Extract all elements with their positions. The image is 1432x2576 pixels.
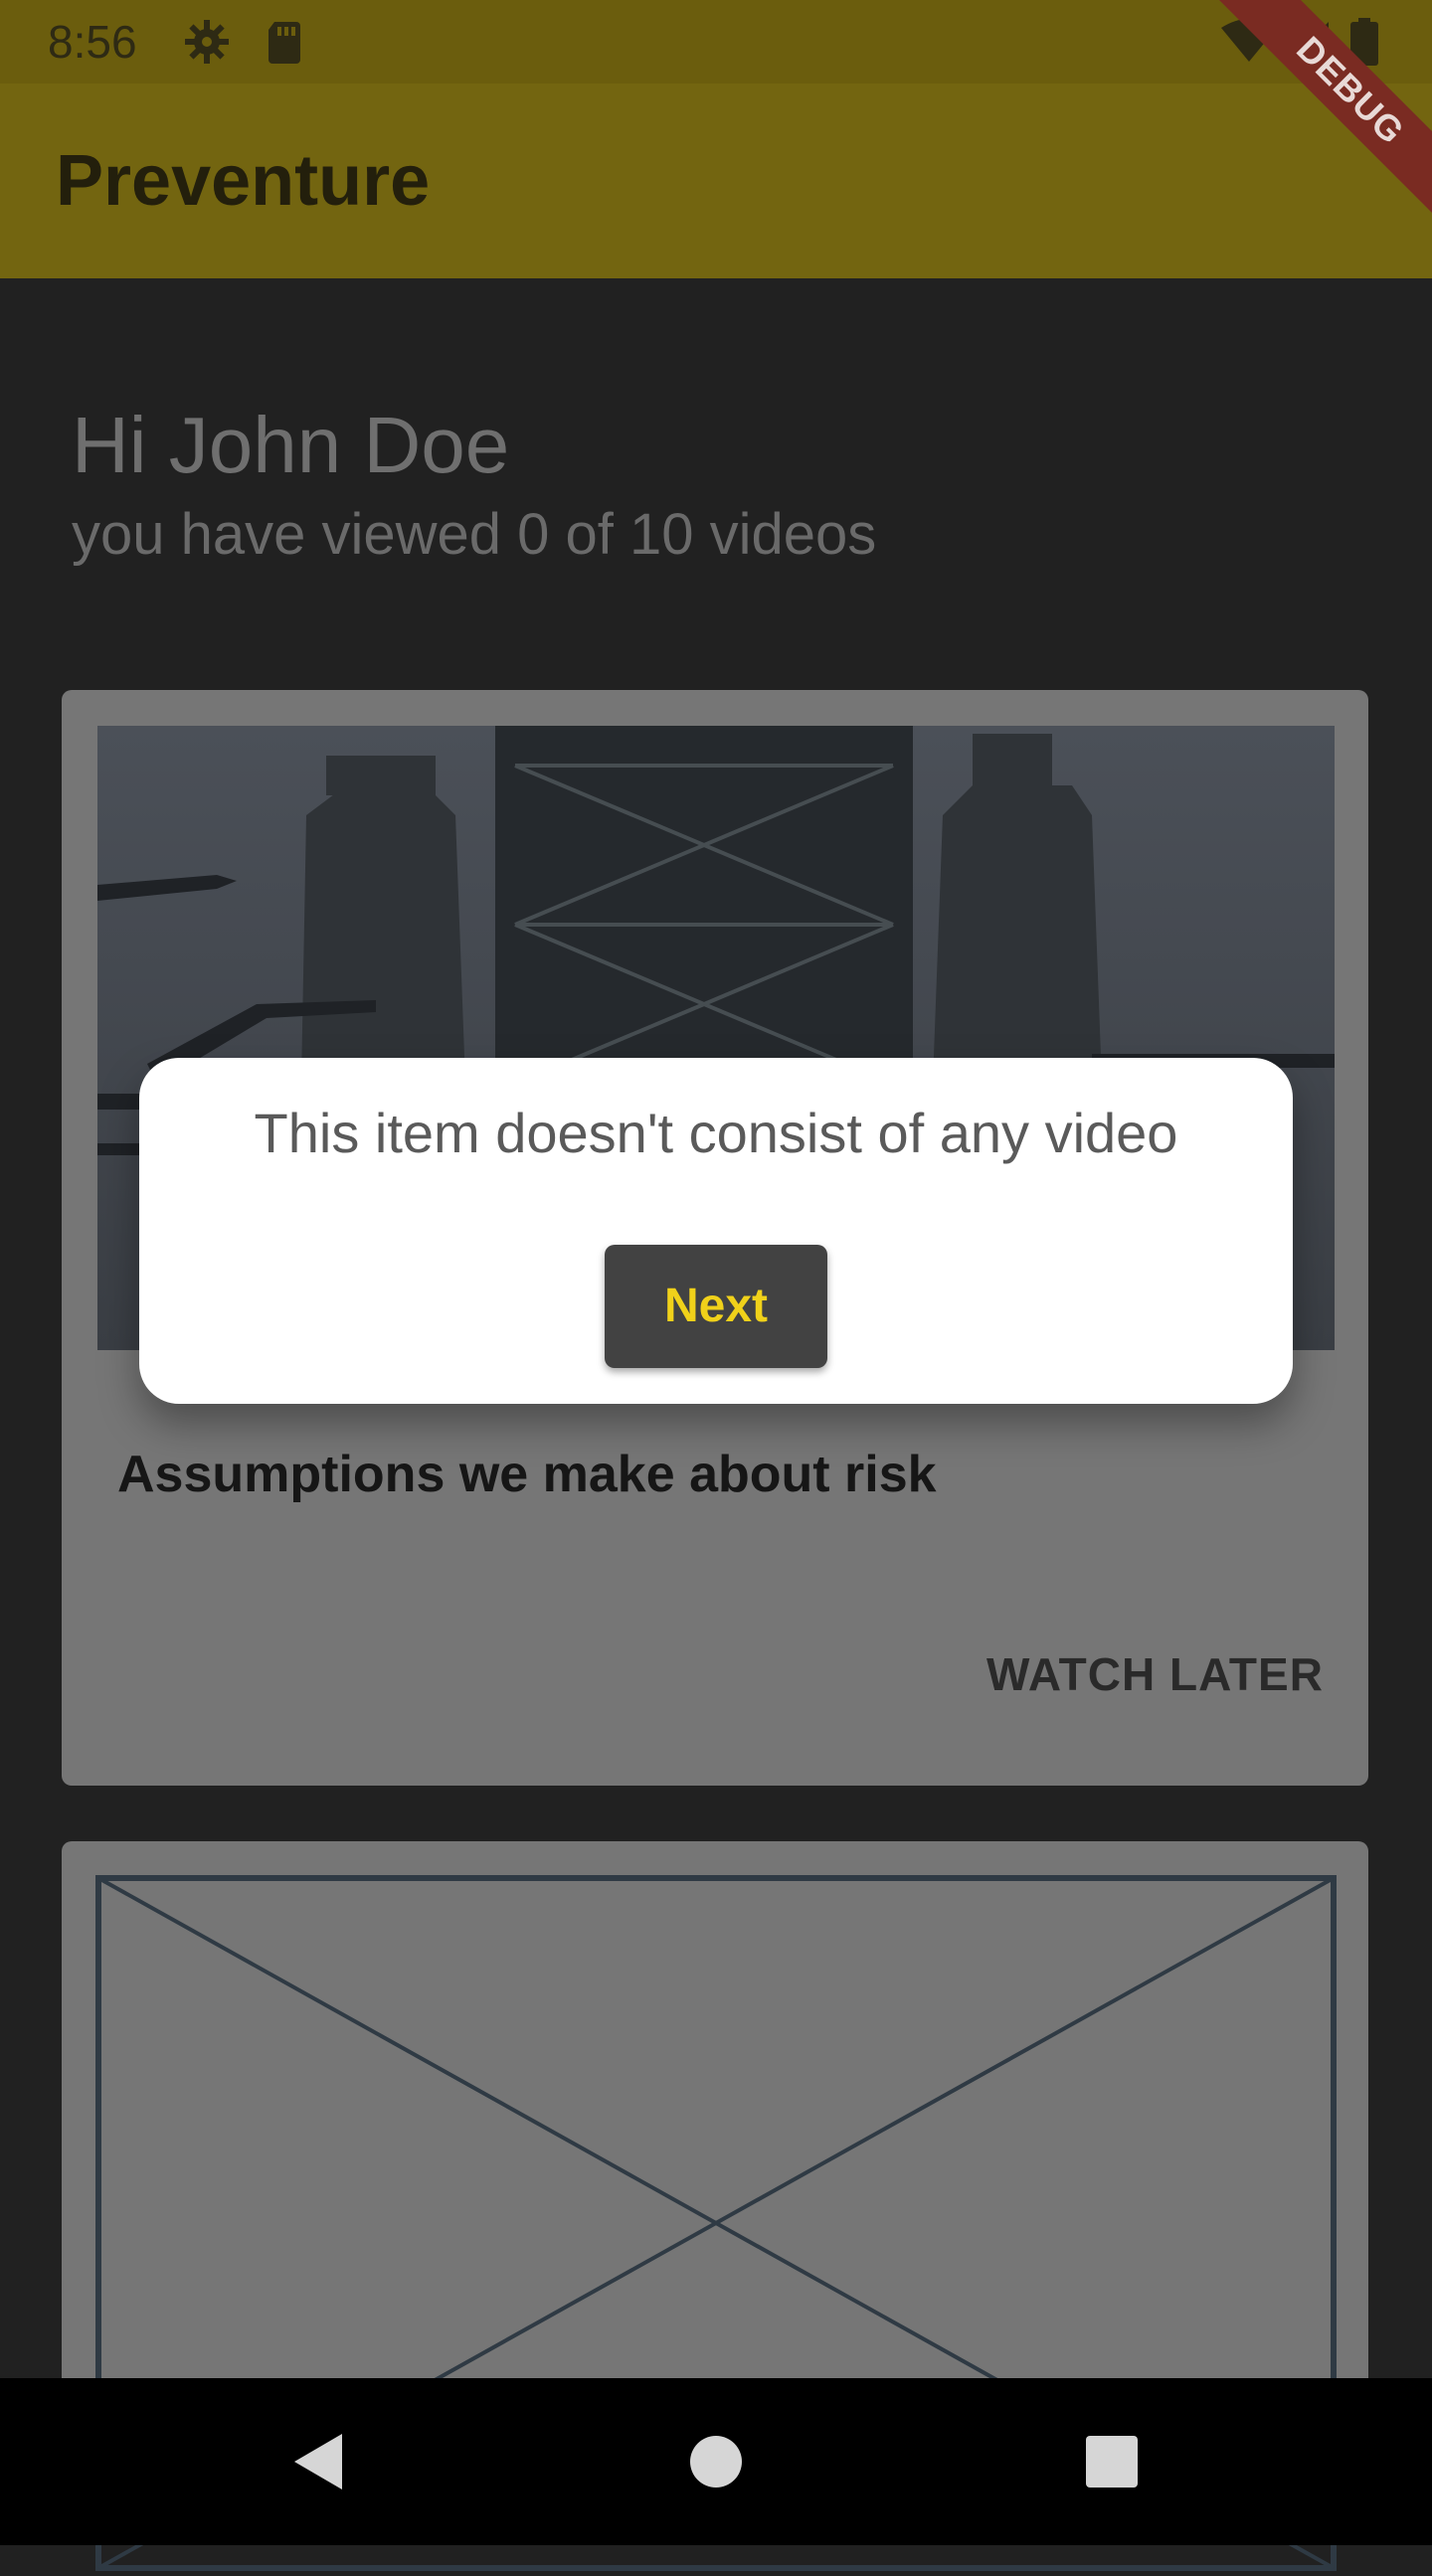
- settings-icon: [183, 18, 231, 66]
- app-bar: Preventure: [0, 84, 1432, 278]
- navigation-bar: [0, 2378, 1432, 2545]
- recents-icon[interactable]: [1070, 2420, 1154, 2503]
- card-title: Assumptions we make about risk: [117, 1446, 937, 1503]
- signal-icon: [1285, 18, 1333, 66]
- wifi-icon: [1221, 18, 1277, 66]
- home-icon[interactable]: [674, 2420, 758, 2503]
- app-title: Preventure: [56, 141, 431, 221]
- info-dialog: This item doesn't consist of any video N…: [139, 1058, 1293, 1404]
- battery-icon: [1350, 18, 1378, 66]
- status-bar: 8:56: [0, 0, 1432, 84]
- sd-card-icon: [261, 18, 308, 66]
- back-icon[interactable]: [276, 2420, 360, 2503]
- next-button[interactable]: Next: [605, 1245, 827, 1368]
- progress-text: you have viewed 0 of 10 videos: [72, 502, 877, 567]
- watch-later-button[interactable]: WATCH LATER: [986, 1642, 1324, 1706]
- dialog-message: This item doesn't consist of any video: [254, 1102, 1178, 1164]
- greeting-text: Hi John Doe: [72, 401, 510, 489]
- status-time: 8:56: [48, 16, 137, 68]
